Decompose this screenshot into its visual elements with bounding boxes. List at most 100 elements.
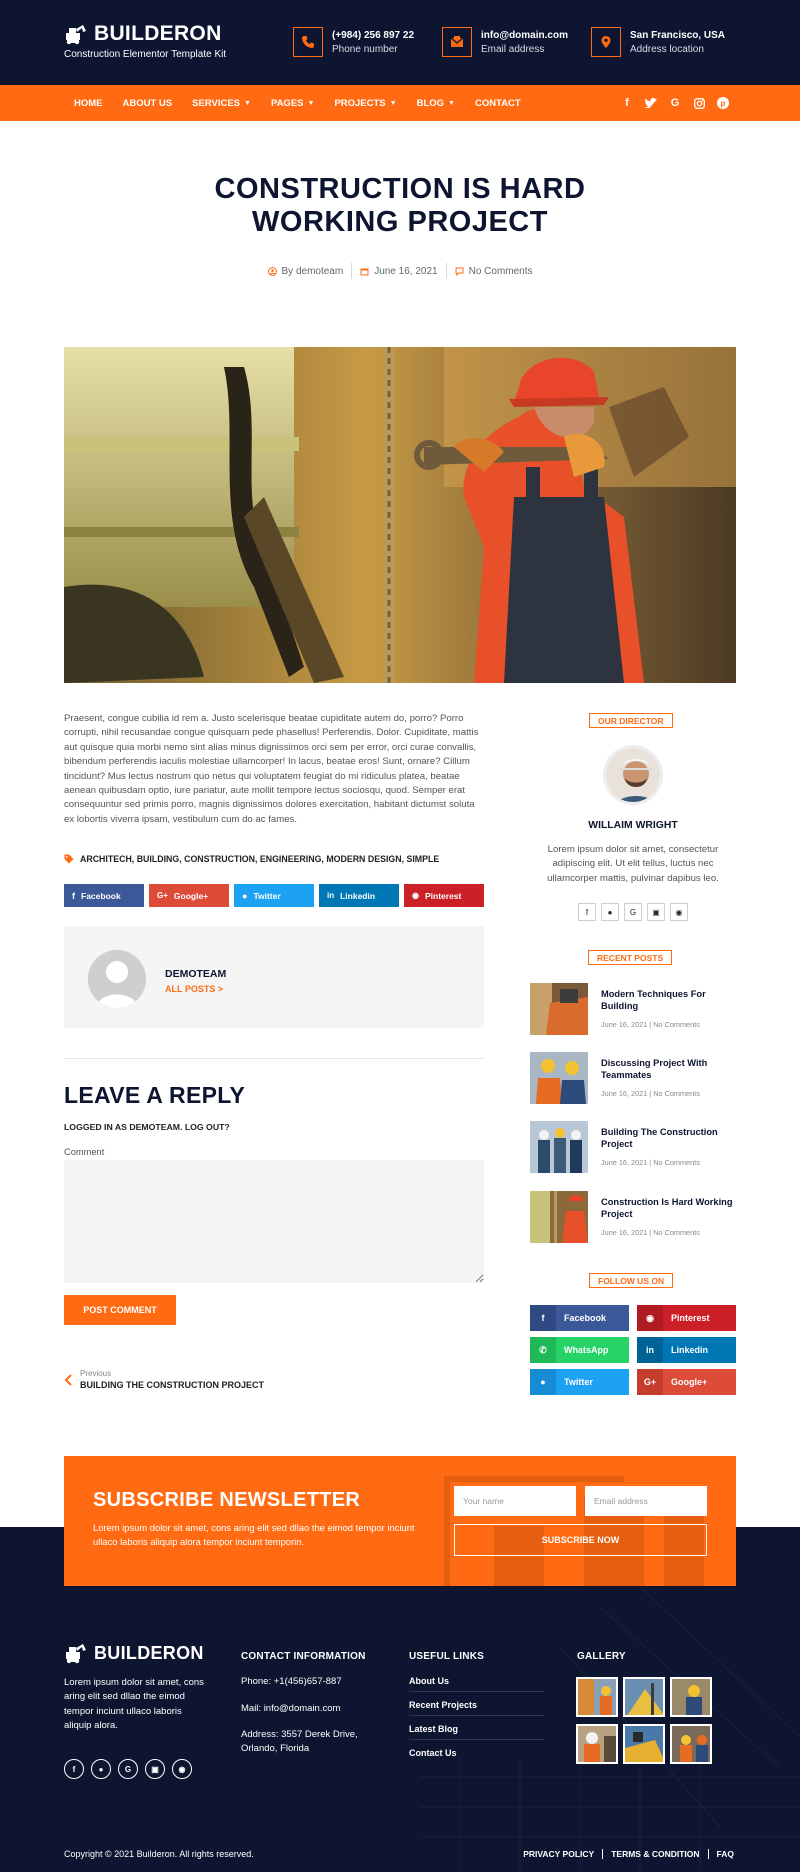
- terms-link[interactable]: TERMS & CONDITION: [611, 1849, 699, 1859]
- post-meta: By demoteam June 16, 2021 No Comments: [0, 263, 800, 279]
- gallery-thumbnail[interactable]: [576, 1724, 618, 1764]
- follow-google-plus-button[interactable]: G+ Google+: [637, 1369, 736, 1395]
- newsletter-name-input[interactable]: Your name: [454, 1486, 576, 1516]
- pinterest-icon[interactable]: ◉: [172, 1759, 192, 1779]
- subscribe-button[interactable]: SUBSCRIBE NOW: [454, 1524, 707, 1556]
- google-icon[interactable]: G: [624, 903, 642, 921]
- pinterest-icon: ◉: [637, 1305, 663, 1331]
- previous-title: BUILDING THE CONSTRUCTION PROJECT: [80, 1380, 265, 1390]
- footer-link-projects[interactable]: Recent Projects: [409, 1700, 544, 1716]
- recent-post-item[interactable]: Modern Techniques For Building June 16, …: [530, 983, 736, 1035]
- footer-social-links: f ● G ▣ ◉: [64, 1759, 192, 1779]
- site-logo[interactable]: BUILDERON Construction Elementor Templat…: [64, 22, 226, 60]
- recent-post-comments: No Comments: [653, 1020, 700, 1029]
- recent-post-item[interactable]: Construction Is Hard Working Project Jun…: [530, 1191, 736, 1243]
- post-author-meta[interactable]: By demoteam: [260, 266, 352, 277]
- footer-logo[interactable]: BUILDERON: [64, 1642, 204, 1664]
- post-comments-meta[interactable]: No Comments: [447, 266, 541, 277]
- nav-contact[interactable]: CONTACT: [475, 98, 521, 109]
- author-name[interactable]: DEMOTEAM: [165, 968, 226, 980]
- tags-list[interactable]: ARCHITECH, BUILDING, CONSTRUCTION, ENGIN…: [80, 854, 439, 864]
- share-facebook-label: Facebook: [81, 890, 121, 901]
- post-comments-text: No Comments: [468, 265, 533, 277]
- nav-blog[interactable]: BLOG ▼: [417, 98, 455, 109]
- follow-google-plus-label: Google+: [671, 1377, 708, 1387]
- instagram-icon[interactable]: ▣: [647, 903, 665, 921]
- pinterest-icon[interactable]: ◉: [670, 903, 688, 921]
- recent-post-meta: June 16, 2021 | No Comments: [601, 1020, 700, 1029]
- footer-link-about[interactable]: About Us: [409, 1676, 544, 1692]
- nav-about[interactable]: ABOUT US: [123, 98, 173, 109]
- gallery-thumbnail[interactable]: [576, 1677, 618, 1717]
- follow-pinterest-label: Pinterest: [671, 1313, 710, 1323]
- share-twitter-button[interactable]: ● Twitter: [234, 884, 314, 907]
- google-icon[interactable]: G: [668, 96, 682, 110]
- follow-whatsapp-label: WhatsApp: [564, 1345, 609, 1355]
- footer-contact-heading: CONTACT INFORMATION: [241, 1651, 366, 1662]
- google-icon[interactable]: G: [118, 1759, 138, 1779]
- recent-post-date: June 16, 2021: [601, 1228, 648, 1237]
- follow-buttons: f Facebook ◉ Pinterest ✆ WhatsApp in Linkedi…: [530, 1305, 736, 1395]
- footer-link-contact[interactable]: Contact Us: [409, 1748, 544, 1763]
- director-name: WILLAIM WRIGHT: [588, 820, 678, 831]
- nav-social-links: f G p: [620, 85, 730, 121]
- tag-icon: [64, 854, 74, 864]
- post-comment-button[interactable]: POST COMMENT: [64, 1295, 176, 1325]
- follow-twitter-button[interactable]: ● Twitter: [530, 1369, 629, 1395]
- pinterest-icon[interactable]: p: [716, 96, 730, 110]
- gallery-thumbnail[interactable]: [670, 1724, 712, 1764]
- nav-pages[interactable]: PAGES ▼: [271, 98, 315, 109]
- share-linkedin-button[interactable]: in Linkedin: [319, 884, 399, 907]
- newsletter-email-input[interactable]: Email address: [585, 1486, 707, 1516]
- google-plus-icon: G+: [157, 891, 168, 900]
- faq-link[interactable]: FAQ: [717, 1849, 734, 1859]
- instagram-icon[interactable]: [692, 96, 706, 110]
- follow-whatsapp-button[interactable]: ✆ WhatsApp: [530, 1337, 629, 1363]
- share-facebook-button[interactable]: f Facebook: [64, 884, 144, 907]
- post-date-meta[interactable]: June 16, 2021: [352, 266, 445, 277]
- gallery-thumbnail[interactable]: [623, 1677, 665, 1717]
- facebook-icon[interactable]: f: [578, 903, 596, 921]
- contact-location[interactable]: San Francisco, USA Address location: [591, 27, 725, 57]
- instagram-icon[interactable]: ▣: [145, 1759, 165, 1779]
- pinterest-icon: ◉: [412, 891, 419, 900]
- previous-post-link[interactable]: Previous BUILDING THE CONSTRUCTION PROJE…: [64, 1369, 264, 1390]
- chevron-down-icon: ▼: [448, 99, 455, 107]
- privacy-policy-link[interactable]: PRIVACY POLICY: [523, 1849, 594, 1859]
- user-icon: [267, 266, 277, 276]
- footer-links-heading: USEFUL LINKS: [409, 1651, 484, 1662]
- share-pinterest-button[interactable]: ◉ Pinterest: [404, 884, 484, 907]
- gallery-thumbnail[interactable]: [670, 1677, 712, 1717]
- logo-tagline: Construction Elementor Template Kit: [64, 49, 227, 60]
- nav-home[interactable]: HOME: [74, 98, 103, 109]
- share-google-plus-label: Google+: [173, 890, 209, 901]
- nav-services-label: SERVICES: [192, 97, 240, 109]
- recent-post-item[interactable]: Building The Construction Project June 1…: [530, 1121, 736, 1173]
- follow-facebook-label: Facebook: [564, 1313, 607, 1323]
- comment-textarea[interactable]: [64, 1160, 484, 1283]
- gallery-thumbnail[interactable]: [623, 1724, 665, 1764]
- follow-pinterest-button[interactable]: ◉ Pinterest: [637, 1305, 736, 1331]
- twitter-icon[interactable]: ●: [601, 903, 619, 921]
- contact-phone[interactable]: (+984) 256 897 22 Phone number: [293, 27, 414, 57]
- reply-title: LEAVE A REPLY: [64, 1082, 246, 1108]
- comment-icon: [455, 267, 464, 276]
- nav-home-label: HOME: [74, 97, 103, 109]
- logged-in-note[interactable]: LOGGED IN AS DEMOTEAM. LOG OUT?: [64, 1122, 230, 1132]
- facebook-icon[interactable]: f: [64, 1759, 84, 1779]
- nav-services[interactable]: SERVICES ▼: [192, 98, 251, 109]
- google-plus-icon: G+: [637, 1369, 663, 1395]
- recent-post-item[interactable]: Discussing Project With Teammates June 1…: [530, 1052, 736, 1104]
- footer-link-blog[interactable]: Latest Blog: [409, 1724, 544, 1740]
- nav-projects[interactable]: PROJECTS ▼: [334, 98, 396, 109]
- twitter-icon[interactable]: [644, 96, 658, 110]
- recent-post-thumbnail: [530, 983, 588, 1035]
- post-title: CONSTRUCTION IS HARD WORKING PROJECT: [214, 173, 586, 238]
- follow-linkedin-button[interactable]: in Linkedin: [637, 1337, 736, 1363]
- contact-email[interactable]: info@domain.com Email address: [442, 27, 568, 57]
- facebook-icon[interactable]: f: [620, 96, 634, 110]
- twitter-icon[interactable]: ●: [91, 1759, 111, 1779]
- author-all-posts-link[interactable]: ALL POSTS >: [165, 984, 223, 994]
- share-google-plus-button[interactable]: G+ Google+: [149, 884, 229, 907]
- follow-facebook-button[interactable]: f Facebook: [530, 1305, 629, 1331]
